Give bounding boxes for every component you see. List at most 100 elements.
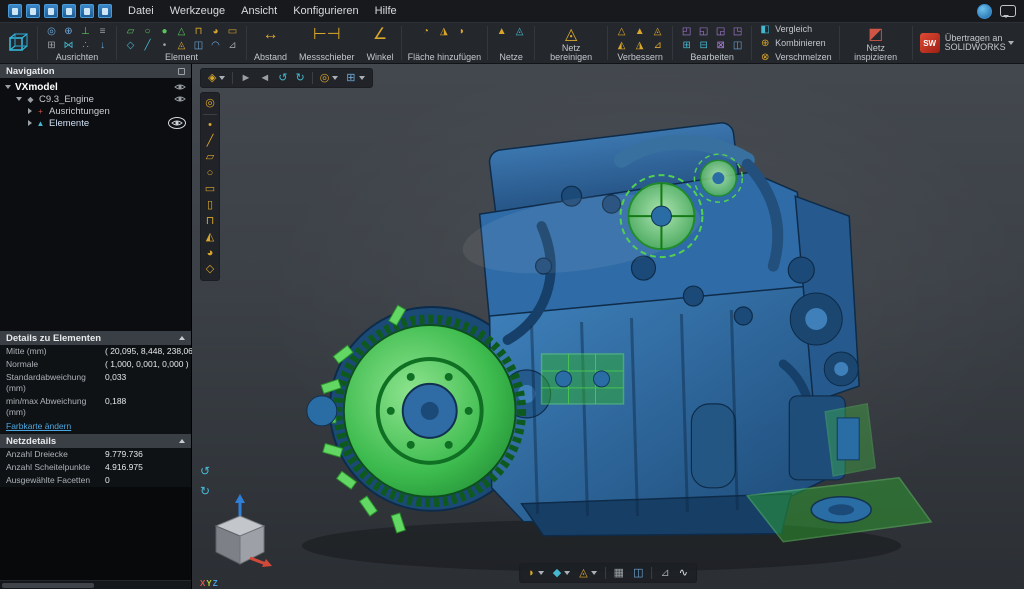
visibility-eye-icon[interactable] bbox=[168, 117, 186, 129]
collapse-panel-icon[interactable] bbox=[179, 336, 185, 340]
align-bestfit-icon[interactable]: ◎ bbox=[44, 25, 59, 38]
tree-row-elemente[interactable]: ▲ Elemente bbox=[0, 117, 191, 129]
element-sphere-icon[interactable]: ◕ bbox=[208, 25, 223, 38]
scrollbar-thumb[interactable] bbox=[2, 583, 94, 588]
extend-surface-icon[interactable]: ◗ bbox=[454, 25, 469, 38]
improve-boundary-icon[interactable]: ◮ bbox=[632, 39, 647, 52]
netz-bereinigen-button[interactable]: ◬ Netz bereinigen bbox=[536, 23, 606, 63]
edit-bridge-icon[interactable]: ◱ bbox=[696, 25, 711, 38]
rotate-ccw-icon[interactable]: ↺ bbox=[200, 465, 210, 477]
element-circle-icon[interactable]: ○ bbox=[140, 25, 155, 38]
grid-display-tool[interactable]: ▦ bbox=[611, 566, 627, 580]
point-tool[interactable]: • bbox=[202, 118, 218, 133]
menu-ansicht[interactable]: Ansicht bbox=[241, 5, 277, 17]
element-cylinder-icon[interactable]: ⊓ bbox=[191, 25, 206, 38]
element-triangle-icon[interactable]: △ bbox=[174, 25, 189, 38]
mesh-panel-header[interactable]: Netzdetails bbox=[0, 434, 191, 448]
horizontal-scrollbar[interactable] bbox=[0, 580, 191, 589]
pin-panel-icon[interactable] bbox=[178, 68, 185, 75]
edit-defeature-icon[interactable]: ◲ bbox=[713, 25, 728, 38]
improve-optimize-icon[interactable]: ⊿ bbox=[650, 39, 665, 52]
view-orient-tool[interactable]: ◈ bbox=[205, 71, 228, 85]
tree-row-vxmodel[interactable]: VXmodel bbox=[0, 81, 191, 93]
export-icon[interactable] bbox=[98, 4, 112, 18]
chevron-right-icon[interactable] bbox=[28, 120, 32, 126]
open-session-icon[interactable] bbox=[26, 4, 40, 18]
mesh-create-icon[interactable]: ▲ bbox=[494, 25, 509, 38]
rectangle-tool[interactable]: ▯ bbox=[202, 198, 218, 213]
farbkarte-aendern-link[interactable]: Farbkarte ändern bbox=[6, 421, 71, 431]
view-cube[interactable] bbox=[208, 494, 274, 577]
netz-inspizieren-button[interactable]: ◩ Netz inspizieren bbox=[841, 23, 911, 63]
edit-cut-icon[interactable]: ◰ bbox=[679, 25, 694, 38]
transfer-solidworks-button[interactable]: SW Übertragen an SOLIDWORKS bbox=[914, 23, 1020, 63]
tree-row-engine[interactable]: ◆ C9.3_Engine bbox=[0, 93, 191, 105]
wireframe-display-tool[interactable]: ◬ bbox=[576, 566, 599, 580]
element-box-icon[interactable]: ◫ bbox=[191, 39, 206, 52]
element-arc-icon[interactable]: ◠ bbox=[208, 39, 223, 52]
new-session-icon[interactable] bbox=[8, 4, 22, 18]
edit-flip-icon[interactable]: ⊠ bbox=[713, 39, 728, 52]
shaded-display-tool[interactable]: ◆ bbox=[550, 566, 573, 580]
save-session-icon[interactable] bbox=[44, 4, 58, 18]
abstand-button[interactable]: ↔ Abstand bbox=[248, 23, 293, 63]
element-slot-icon[interactable]: ▭ bbox=[225, 25, 240, 38]
collapse-panel-icon[interactable] bbox=[179, 439, 185, 443]
tree-row-ausrichtungen[interactable]: + Ausrichtungen bbox=[0, 105, 191, 117]
element-cone-icon[interactable]: ◬ bbox=[174, 39, 189, 52]
mesh-edit-icon[interactable]: ◬ bbox=[512, 25, 527, 38]
rotate-cw-tool[interactable]: ↻ bbox=[292, 71, 307, 85]
element-vertex-icon[interactable]: • bbox=[157, 39, 172, 52]
plane-tool[interactable]: ▱ bbox=[202, 150, 218, 165]
align-origin-icon[interactable]: ≡ bbox=[95, 25, 110, 38]
improve-refine-icon[interactable]: ◬ bbox=[650, 25, 665, 38]
import-icon[interactable] bbox=[80, 4, 94, 18]
menu-datei[interactable]: Datei bbox=[128, 5, 154, 17]
line-tool[interactable]: ╱ bbox=[202, 134, 218, 149]
3d-viewport[interactable]: ◈ ► ◄ ↺ ↻ ◎ ⊞ ◎ • ╱ ▱ ○ ▭ ▯ ⊓ ◭ bbox=[192, 64, 1024, 589]
menu-werkzeuge[interactable]: Werkzeuge bbox=[170, 5, 225, 17]
menu-konfigurieren[interactable]: Konfigurieren bbox=[293, 5, 358, 17]
polygon-tool[interactable]: ◇ bbox=[202, 262, 218, 277]
cylinder-tool[interactable]: ⊓ bbox=[202, 214, 218, 229]
measure-angle-tool[interactable]: ⊿ bbox=[657, 566, 672, 580]
vergleich-button[interactable]: ◧ Vergleich bbox=[759, 24, 832, 35]
improve-spikes-icon[interactable]: ◭ bbox=[614, 39, 629, 52]
engine-3d-model[interactable] bbox=[192, 64, 1024, 589]
align-points-icon[interactable]: ∴ bbox=[78, 39, 93, 52]
edit-mirror-icon[interactable]: ◳ bbox=[730, 25, 745, 38]
element-line-icon[interactable]: ╱ bbox=[140, 39, 155, 52]
curvature-display-tool[interactable]: ∿ bbox=[676, 566, 691, 580]
chevron-down-icon[interactable] bbox=[16, 97, 22, 101]
select-back-tool[interactable]: ◄ bbox=[256, 71, 273, 85]
account-icon[interactable] bbox=[977, 4, 992, 19]
element-angle-icon[interactable]: ⊿ bbox=[225, 39, 240, 52]
element-point-icon[interactable]: ● bbox=[157, 25, 172, 38]
element-polygon-icon[interactable]: ◇ bbox=[123, 39, 138, 52]
visibility-eye-icon[interactable] bbox=[174, 83, 186, 91]
align-drop-icon[interactable]: ↓ bbox=[95, 39, 110, 52]
edit-scale-icon[interactable]: ◫ bbox=[730, 39, 745, 52]
align-pairs-icon[interactable]: ⊕ bbox=[61, 25, 76, 38]
slot-tool[interactable]: ▭ bbox=[202, 182, 218, 197]
add-surface-icon[interactable]: ◔ bbox=[418, 25, 433, 38]
construction-target-tool[interactable]: ◎ bbox=[202, 96, 218, 111]
mesh-display-tool[interactable]: ◗ bbox=[525, 566, 547, 580]
target-view-tool[interactable]: ◎ bbox=[317, 71, 342, 85]
element-plane-icon[interactable]: ▱ bbox=[123, 25, 138, 38]
zoom-window-tool[interactable]: ⊞ bbox=[343, 71, 367, 85]
align-plane-icon[interactable]: ⊞ bbox=[44, 39, 59, 52]
messschieber-button[interactable]: ⊢⊣ Messschieber bbox=[293, 23, 361, 63]
improve-decimate-icon[interactable]: ▲ bbox=[632, 25, 647, 38]
winkel-button[interactable]: ∠ Winkel bbox=[361, 23, 400, 63]
kombinieren-button[interactable]: ⊕ Kombinieren bbox=[759, 38, 832, 49]
sphere-tool[interactable]: ◕ bbox=[202, 246, 218, 261]
align-target-icon[interactable]: ⋈ bbox=[61, 39, 76, 52]
feedback-chat-icon[interactable] bbox=[1000, 5, 1016, 17]
circle-tool[interactable]: ○ bbox=[202, 166, 218, 181]
fill-hole-icon[interactable]: ◮ bbox=[436, 25, 451, 38]
menu-hilfe[interactable]: Hilfe bbox=[375, 5, 397, 17]
chevron-right-icon[interactable] bbox=[28, 108, 32, 114]
verschmelzen-button[interactable]: ⊗ Verschmelzen bbox=[759, 52, 832, 63]
rotate-ccw-tool[interactable]: ↺ bbox=[275, 71, 290, 85]
